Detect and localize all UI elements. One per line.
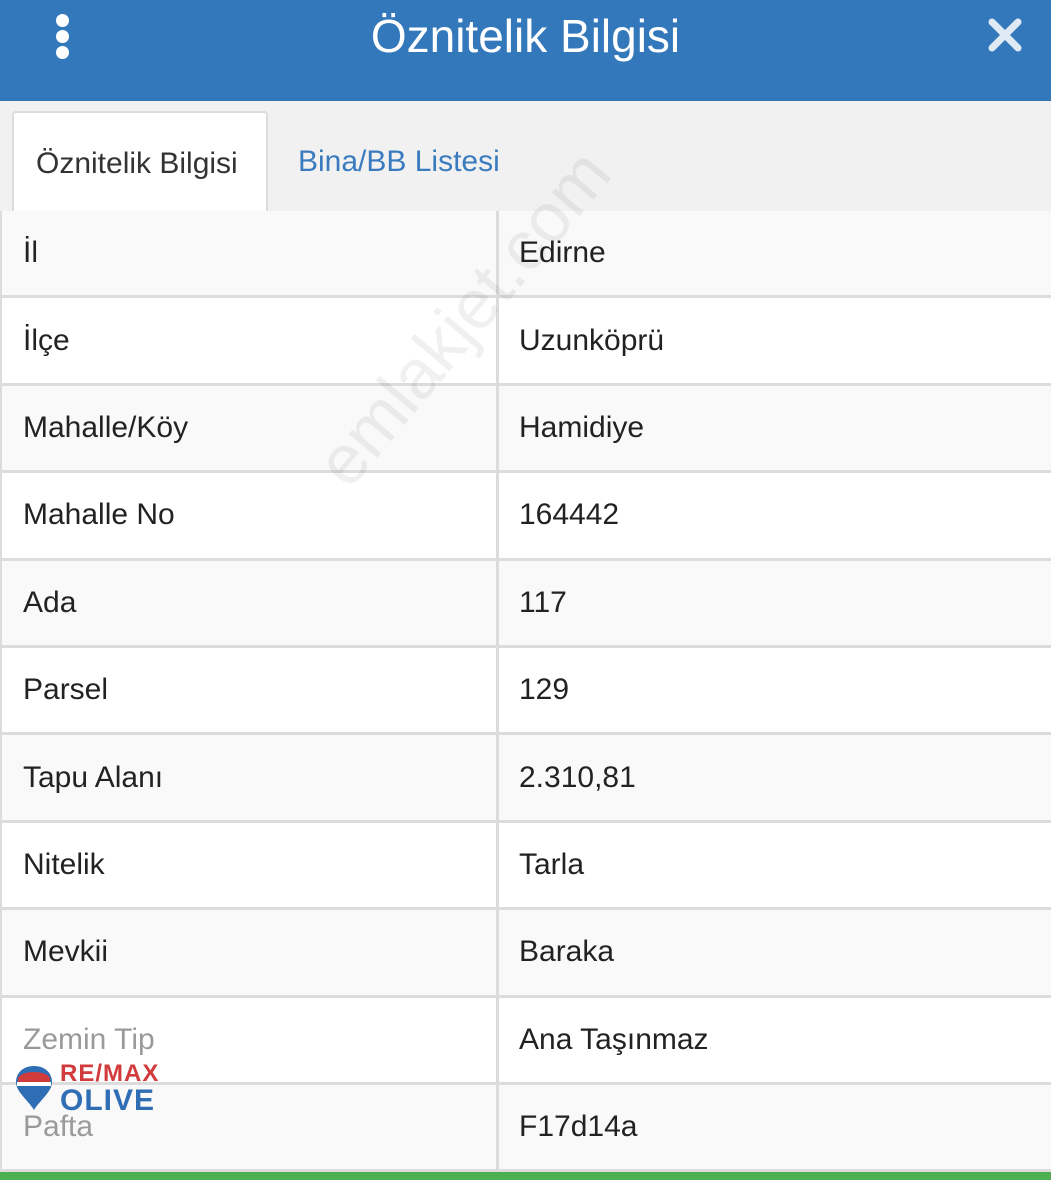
table-row: Mahalle No 164442 (0, 473, 1051, 561)
balloon-logo-icon (16, 1066, 52, 1110)
logo-olive-text: OLIVE (60, 1084, 156, 1117)
row-value: 164442 (519, 498, 620, 532)
row-key: Parsel (0, 647, 499, 733)
remax-olive-logo: RE/MAX OLIVE (14, 1060, 164, 1120)
dialog-title: Öznitelik Bilgisi (370, 10, 681, 62)
row-key: Nitelik (0, 822, 499, 908)
table-row: İl Edirne (0, 211, 1051, 299)
attribute-table: İl Edirne İlçe Uzunköprü Mahalle/Köy Ham… (0, 211, 1051, 1173)
tab-bar: Öznitelik Bilgisi Bina/BB Listesi (0, 101, 1051, 215)
row-key: Mahalle/Köy (0, 385, 499, 471)
row-key: Ada (0, 560, 499, 645)
table-row: Parsel 129 (0, 647, 1051, 736)
table-row: Tapu Alanı 2.310,81 (0, 735, 1051, 823)
row-value: Hamidiye (519, 410, 645, 444)
tab-bina-bb-listesi[interactable]: Bina/BB Listesi (276, 111, 522, 215)
row-key: İlçe (0, 298, 499, 383)
table-row: Mevkii Baraka (0, 910, 1051, 998)
table-row: İlçe Uzunköprü (0, 298, 1051, 386)
dialog-header: Öznitelik Bilgisi (0, 0, 1051, 101)
table-row: Nitelik Tarla (0, 822, 1051, 911)
row-value: Ana Taşınmaz (519, 1022, 709, 1056)
row-key: Tapu Alanı (0, 735, 499, 820)
row-value: 129 (519, 673, 570, 707)
row-value: 117 (519, 585, 567, 619)
row-value: Tarla (519, 847, 585, 881)
table-row: Ada 117 (0, 560, 1051, 648)
row-value: Edirne (519, 236, 606, 270)
row-key: İl (0, 211, 499, 296)
row-value: Uzunköprü (519, 323, 665, 357)
table-row: Mahalle/Köy Hamidiye (0, 385, 1051, 474)
row-value: Baraka (519, 935, 615, 969)
row-value: 2.310,81 (519, 760, 636, 794)
row-key: Mevkii (0, 910, 499, 995)
bottom-bar (0, 1172, 1051, 1180)
tab-oznitelik-bilgisi[interactable]: Öznitelik Bilgisi (12, 111, 268, 215)
close-icon[interactable] (984, 14, 1026, 56)
row-value: F17d14a (519, 1110, 638, 1144)
row-key: Mahalle No (0, 473, 499, 558)
